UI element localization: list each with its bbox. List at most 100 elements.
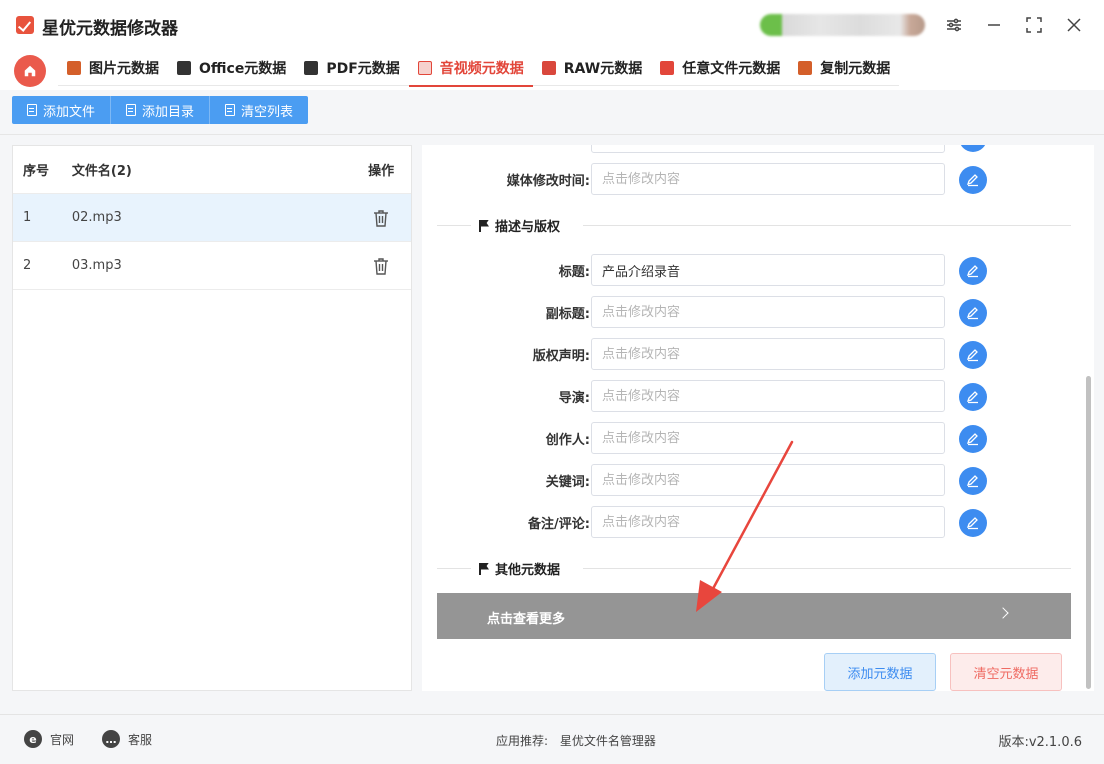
folder-icon bbox=[126, 104, 137, 116]
field-row-keywords: 关键词: bbox=[422, 464, 1082, 496]
user-avatar[interactable] bbox=[760, 14, 925, 36]
partial-field-input[interactable] bbox=[591, 145, 945, 153]
edit-icon[interactable] bbox=[959, 341, 987, 369]
edit-icon[interactable] bbox=[959, 509, 987, 537]
field-row-creator: 创作人: bbox=[422, 422, 1082, 454]
field-label: 媒体修改时间: bbox=[506, 174, 590, 189]
row-filename: 02.mp3 bbox=[71, 210, 122, 225]
recommended-app-link[interactable]: 星优文件名管理器 bbox=[560, 734, 656, 748]
edit-icon[interactable] bbox=[959, 145, 987, 152]
field-row-copyright: 版权声明: bbox=[422, 338, 1082, 370]
image-icon bbox=[67, 61, 81, 75]
edit-icon[interactable] bbox=[959, 383, 987, 411]
website-link[interactable]: e 官网 bbox=[24, 730, 74, 748]
field-row-subtitle: 副标题: bbox=[422, 296, 1082, 328]
row-index: 1 bbox=[23, 210, 32, 225]
minimize-icon[interactable] bbox=[981, 12, 1007, 38]
panel-scrollbar[interactable] bbox=[1086, 376, 1091, 689]
tab-raw-metadata[interactable]: RAW元数据 bbox=[533, 50, 651, 86]
title-bar: 星优元数据修改器 bbox=[0, 0, 1104, 50]
table-header: 序号 文件名(2) 操作 bbox=[13, 146, 411, 194]
app-logo-icon bbox=[16, 16, 34, 34]
copyright-input[interactable] bbox=[591, 338, 945, 370]
tab-office-metadata[interactable]: Office元数据 bbox=[168, 50, 295, 86]
file-icon bbox=[660, 61, 675, 75]
field-label: 创作人: bbox=[545, 433, 590, 448]
flag-icon bbox=[479, 219, 489, 232]
version-label: 版本:v2.1.0.6 bbox=[998, 735, 1082, 750]
file-table: 序号 文件名(2) 操作 1 02.mp3 2 03.mp3 bbox=[12, 145, 412, 691]
edit-icon[interactable] bbox=[959, 299, 987, 327]
edit-icon[interactable] bbox=[959, 257, 987, 285]
section-description-copyright: 描述与版权 bbox=[437, 215, 1071, 235]
add-directory-button[interactable]: 添加目录 bbox=[111, 96, 211, 124]
file-icon bbox=[27, 104, 37, 116]
media-icon bbox=[417, 61, 432, 75]
trash-icon[interactable] bbox=[373, 257, 389, 275]
row-index: 2 bbox=[23, 258, 32, 273]
chevron-right-icon bbox=[997, 607, 1009, 619]
tab-any-file-metadata[interactable]: 任意文件元数据 bbox=[651, 50, 789, 86]
add-file-button[interactable]: 添加文件 bbox=[12, 96, 112, 124]
maximize-icon[interactable] bbox=[1021, 12, 1047, 38]
edit-icon[interactable] bbox=[959, 467, 987, 495]
divider bbox=[0, 134, 1104, 135]
chat-icon: … bbox=[102, 730, 120, 748]
header-filename: 文件名(2) bbox=[71, 164, 132, 179]
field-label: 版权声明: bbox=[532, 349, 590, 364]
comment-input[interactable] bbox=[591, 506, 945, 538]
director-input[interactable] bbox=[591, 380, 945, 412]
support-link[interactable]: … 客服 bbox=[102, 730, 152, 748]
metadata-panel: 媒体修改时间: 描述与版权 标题: 副标题: 版权声明: 导演: 创作人: 关键… bbox=[422, 145, 1094, 691]
copy-icon bbox=[798, 61, 813, 75]
clear-metadata-button[interactable]: 清空元数据 bbox=[950, 653, 1062, 691]
header-action: 操作 bbox=[368, 164, 395, 179]
edit-icon[interactable] bbox=[959, 425, 987, 453]
media-modified-input[interactable] bbox=[591, 163, 945, 195]
office-icon bbox=[177, 61, 191, 75]
tab-pdf-metadata[interactable]: PDF元数据 bbox=[295, 50, 408, 86]
row-filename: 03.mp3 bbox=[71, 258, 122, 273]
flag-icon bbox=[479, 562, 489, 575]
add-metadata-button[interactable]: 添加元数据 bbox=[824, 653, 936, 691]
keywords-input[interactable] bbox=[591, 464, 945, 496]
file-toolbar: 添加文件 添加目录 清空列表 bbox=[12, 96, 309, 124]
home-icon bbox=[24, 65, 36, 77]
field-row-media-modified: 媒体修改时间: bbox=[422, 163, 1082, 195]
home-button[interactable] bbox=[14, 55, 46, 87]
tab-bar: 图片元数据 Office元数据 PDF元数据 音视频元数据 RAW元数据 任意文… bbox=[0, 50, 1104, 90]
settings-icon[interactable] bbox=[941, 12, 967, 38]
table-row[interactable]: 2 03.mp3 bbox=[13, 242, 411, 290]
section-title: 描述与版权 bbox=[495, 220, 561, 235]
creator-input[interactable] bbox=[591, 422, 945, 454]
pdf-icon bbox=[304, 61, 319, 75]
view-more-button[interactable]: 点击查看更多 bbox=[437, 593, 1071, 639]
field-label: 副标题: bbox=[545, 307, 590, 322]
field-row-partial bbox=[422, 145, 1082, 153]
trash-icon[interactable] bbox=[373, 209, 389, 227]
tab-media-metadata[interactable]: 音视频元数据 bbox=[408, 50, 533, 87]
field-row-director: 导演: bbox=[422, 380, 1082, 412]
field-row-comment: 备注/评论: bbox=[422, 506, 1082, 538]
field-label: 备注/评论: bbox=[528, 517, 590, 532]
ie-icon: e bbox=[24, 730, 42, 748]
field-label: 标题: bbox=[558, 265, 590, 280]
tab-image-metadata[interactable]: 图片元数据 bbox=[58, 50, 168, 86]
tab-copy-metadata[interactable]: 复制元数据 bbox=[789, 50, 899, 86]
raw-icon bbox=[541, 61, 556, 75]
trash-icon bbox=[225, 104, 236, 116]
clear-list-button[interactable]: 清空列表 bbox=[210, 96, 309, 124]
section-other-metadata: 其他元数据 bbox=[437, 558, 1071, 578]
app-recommendation: 应用推荐: 星优文件名管理器 bbox=[496, 734, 656, 748]
status-bar: e 官网 … 客服 应用推荐: 星优文件名管理器 版本:v2.1.0.6 bbox=[0, 714, 1104, 764]
field-label: 导演: bbox=[558, 391, 590, 406]
close-icon[interactable] bbox=[1061, 12, 1087, 38]
section-title: 其他元数据 bbox=[495, 563, 561, 578]
header-index: 序号 bbox=[23, 164, 50, 179]
title-input[interactable] bbox=[591, 254, 945, 286]
subtitle-input[interactable] bbox=[591, 296, 945, 328]
edit-icon[interactable] bbox=[959, 166, 987, 194]
table-row[interactable]: 1 02.mp3 bbox=[13, 194, 411, 242]
field-row-title: 标题: bbox=[422, 254, 1082, 286]
app-title: 星优元数据修改器 bbox=[42, 19, 178, 39]
